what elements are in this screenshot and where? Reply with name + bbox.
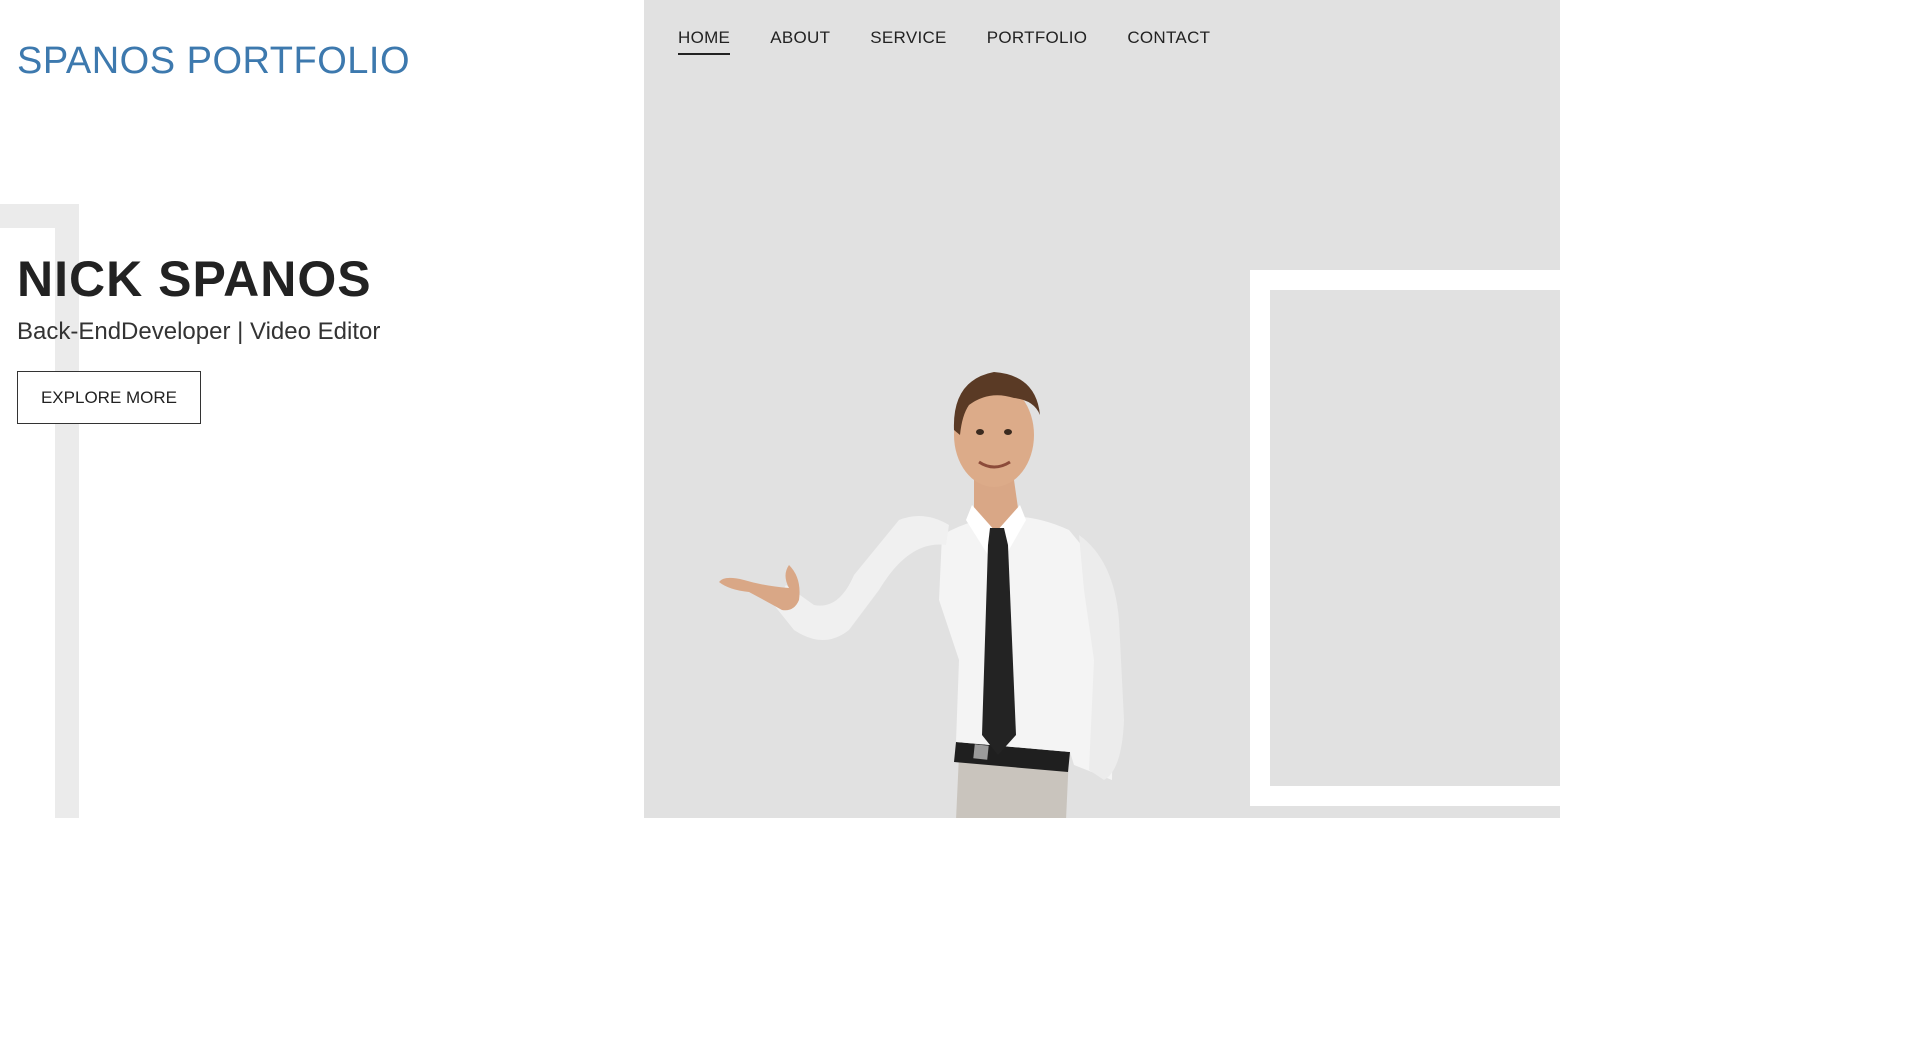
hero-name: NICK SPANOS <box>17 251 372 307</box>
hero-person-image <box>719 372 1124 818</box>
nav-service[interactable]: SERVICE <box>870 28 946 55</box>
hero-subtitle: Back-EndDeveloper | Video Editor <box>17 318 381 345</box>
nav-contact[interactable]: CONTACT <box>1127 28 1210 55</box>
hero-panel: HOME ABOUT SERVICE PORTFOLIO CONTACT <box>644 0 1560 818</box>
main-nav: HOME ABOUT SERVICE PORTFOLIO CONTACT <box>678 28 1210 55</box>
nav-about[interactable]: ABOUT <box>770 28 830 55</box>
nav-home[interactable]: HOME <box>678 28 731 55</box>
explore-more-button[interactable]: EXPLORE MORE <box>17 371 201 424</box>
logo[interactable]: SPANOS PORTFOLIO <box>17 40 410 83</box>
decorative-white-frame <box>1250 270 1560 806</box>
nav-portfolio[interactable]: PORTFOLIO <box>987 28 1088 55</box>
